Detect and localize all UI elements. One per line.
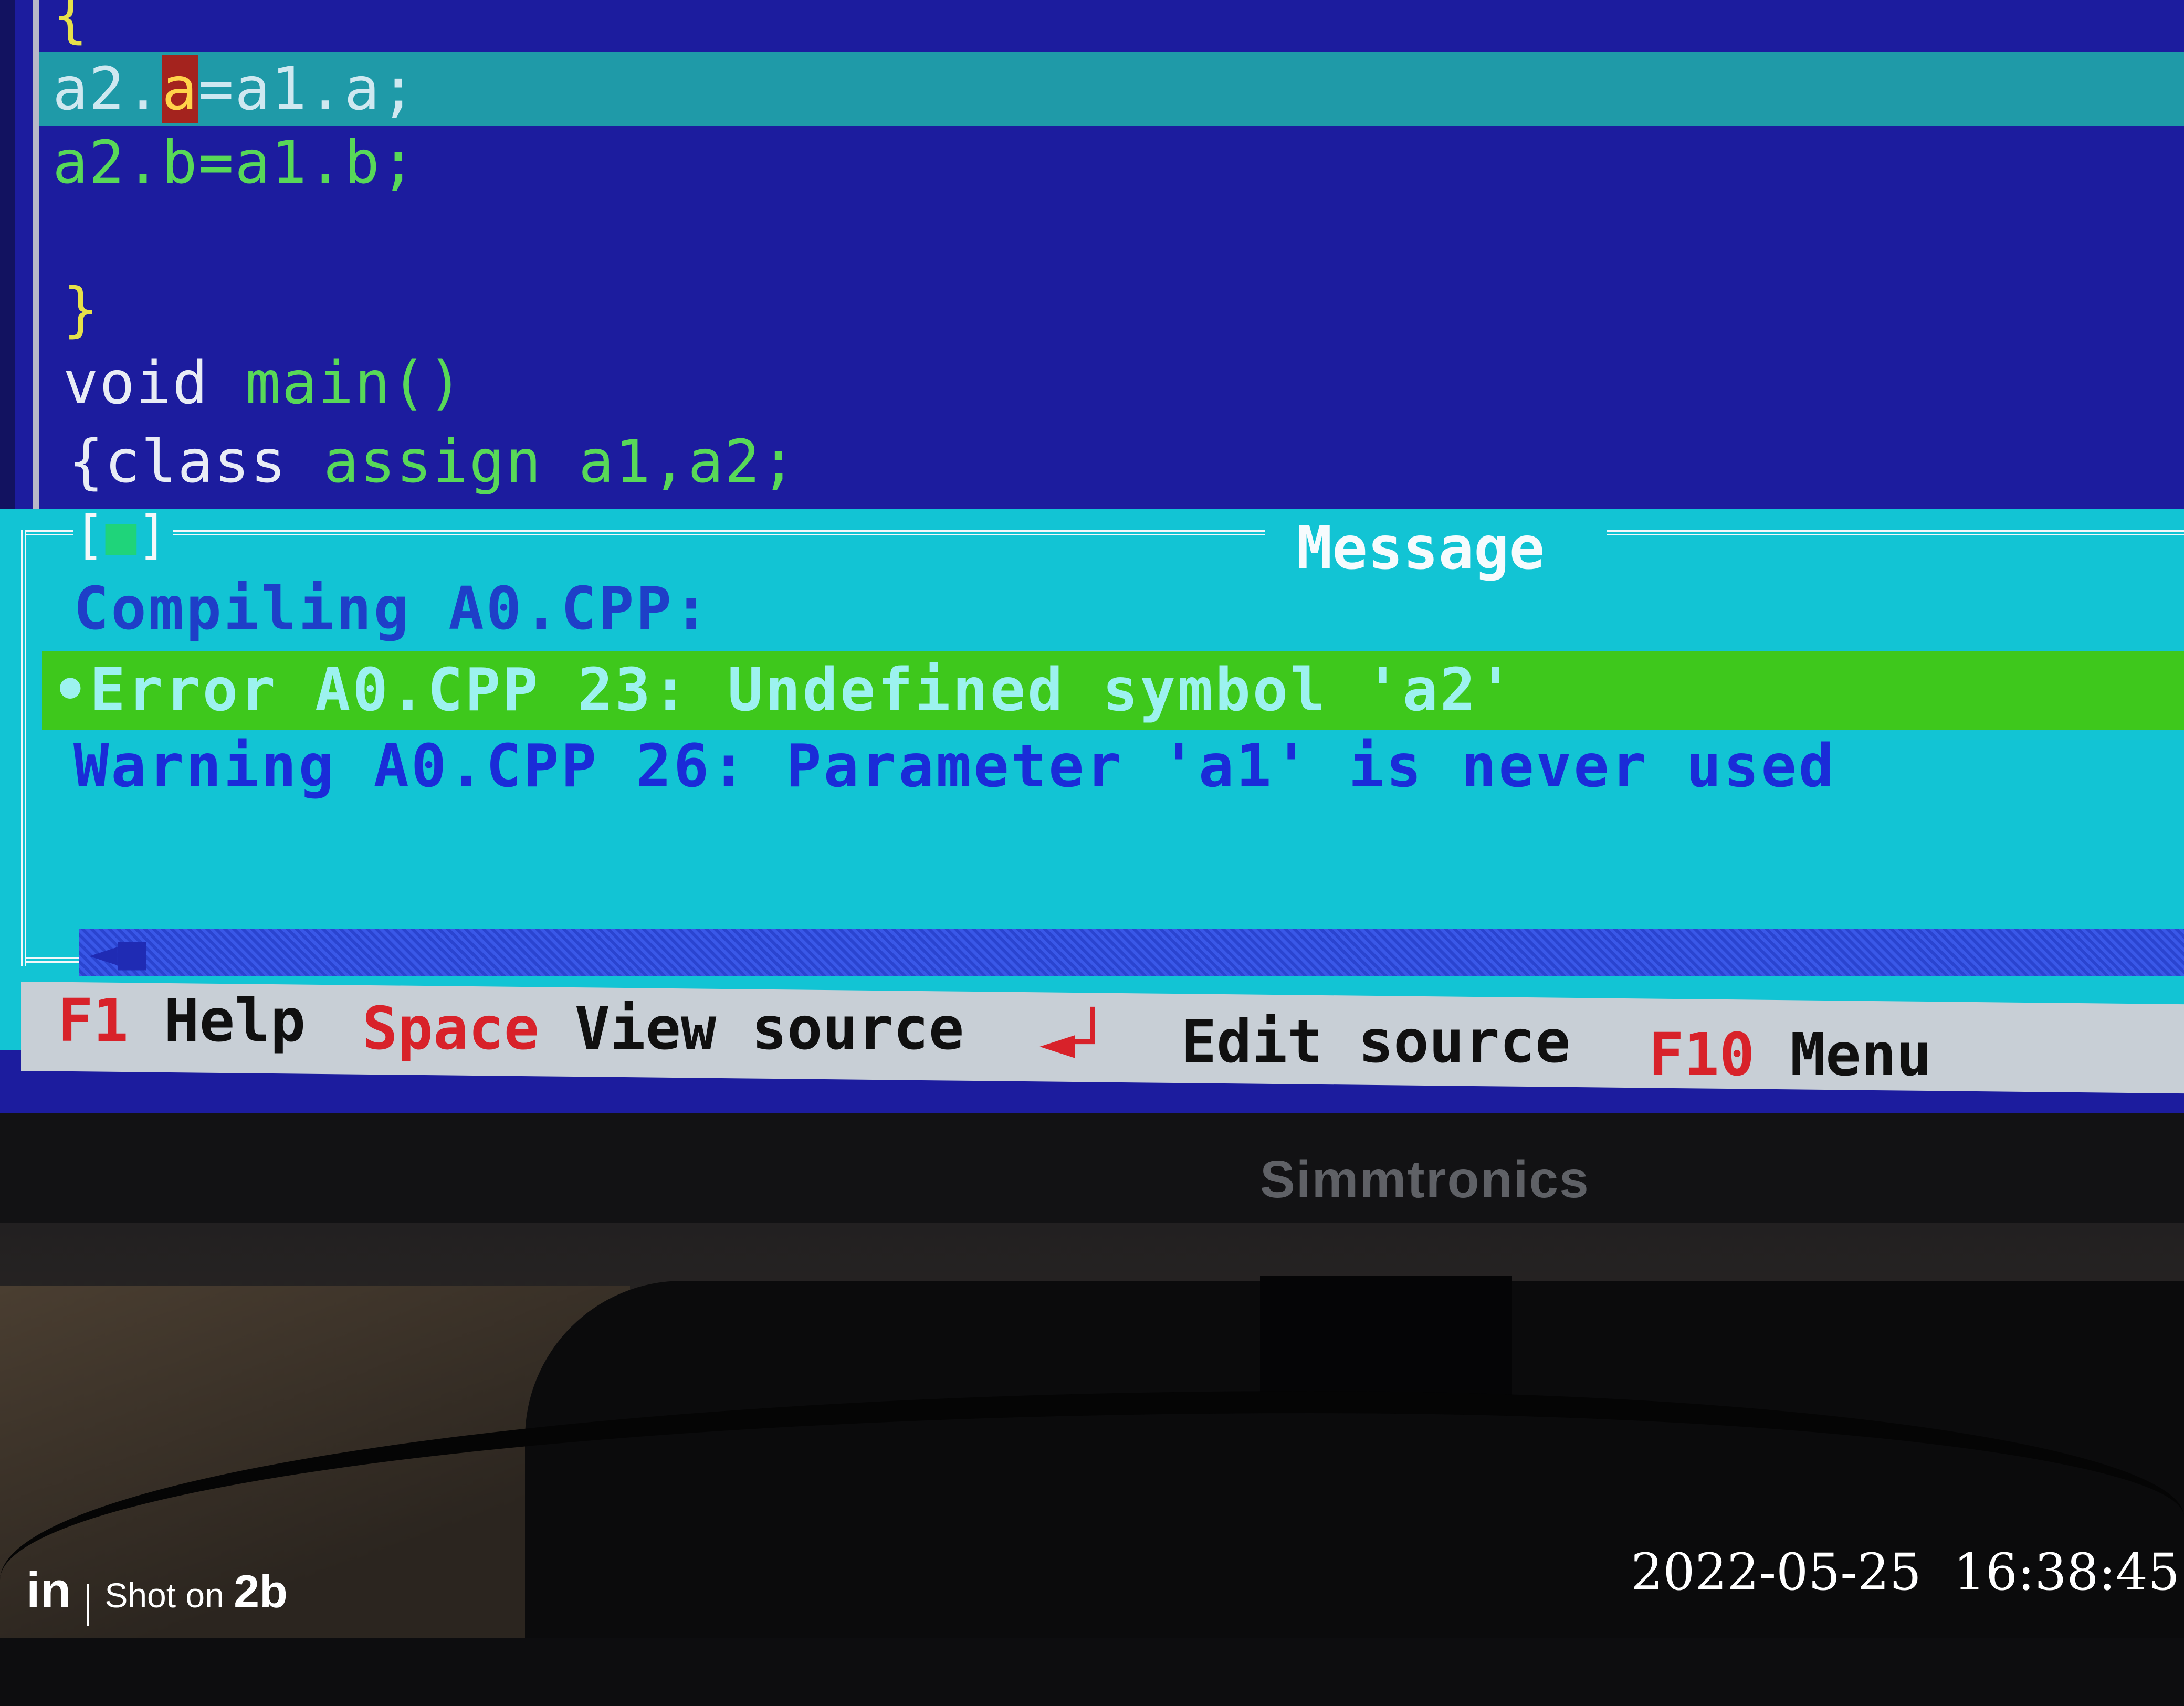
- editor-frame-left: [33, 0, 39, 514]
- hotkey-enter-label: Edit source: [1181, 1008, 1571, 1076]
- message-error[interactable]: •Error A0.CPP 23: Undefined symbol 'a2': [52, 654, 1515, 727]
- status-enter-edit[interactable]: ◄┘ Edit source: [1040, 1008, 1570, 1076]
- camera-brand-logo: in: [26, 1562, 71, 1618]
- code-line-current[interactable]: a2.a=a1.a;: [52, 52, 417, 126]
- code-text: =a1.a;: [198, 55, 417, 123]
- keyword-void: void: [63, 349, 209, 417]
- watermark-shot-on: Shot on: [104, 1576, 234, 1615]
- code-line-close-brace[interactable]: }: [63, 273, 99, 346]
- photo-timestamp: 2022-05-25 16:38:45: [1631, 1543, 2180, 1602]
- message-warning[interactable]: Warning A0.CPP 26: Parameter 'a1' is nev…: [74, 730, 1836, 803]
- hotkey-space: Space: [362, 995, 540, 1063]
- message-frame-left: [21, 530, 30, 966]
- enter-key-icon: ◄┘: [1040, 1008, 1110, 1076]
- monitor-brand-logo: Simmtronics: [1260, 1150, 1590, 1209]
- message-window-title: Message: [1297, 514, 1545, 583]
- watermark-model: 2b: [234, 1565, 288, 1617]
- function-main: main(): [245, 349, 464, 417]
- hotkey-f10-label: Menu: [1790, 1021, 1932, 1089]
- class-decl: assign a1,a2;: [323, 428, 797, 496]
- hotkey-f1-label: Help: [164, 987, 306, 1055]
- ide-screen: { a2.a=a1.a; a2.b=a1.b; } void main() {c…: [0, 0, 2184, 1113]
- text-cursor: a: [162, 55, 198, 123]
- message-frame-top-right: [1606, 530, 2184, 544]
- code-line-class[interactable]: {class assign a1,a2;: [68, 425, 797, 499]
- watermark-divider: [87, 1584, 89, 1626]
- code-line-open-brace: {: [52, 0, 89, 50]
- close-bracket-left: [: [74, 504, 106, 566]
- status-space-view[interactable]: Space View source: [362, 995, 964, 1063]
- code-text: a2.: [52, 55, 162, 123]
- horizontal-scrollbar[interactable]: [79, 929, 2184, 976]
- camera-watermark: in Shot on 2b: [26, 1562, 288, 1626]
- status-f1-help[interactable]: F1 Help: [58, 987, 306, 1055]
- message-frame-top-mid: [173, 530, 1265, 544]
- left-gutter: [0, 0, 15, 514]
- monitor: { a2.a=a1.a; a2.b=a1.b; } void main() {c…: [0, 0, 2184, 1281]
- status-f10-menu[interactable]: F10 Menu: [1648, 1021, 1931, 1089]
- hotkey-f1: F1: [58, 987, 129, 1055]
- keyword-class: {class: [68, 428, 287, 496]
- close-icon: ■: [105, 504, 137, 566]
- code-line-main[interactable]: void main(): [63, 346, 464, 420]
- message-frame-bottom: [26, 950, 79, 963]
- close-bracket-right: ]: [136, 504, 169, 566]
- message-frame-top-left: [26, 530, 74, 544]
- message-compiling[interactable]: Compiling A0.CPP:: [74, 572, 711, 646]
- code-line-b[interactable]: a2.b=a1.b;: [52, 126, 417, 199]
- close-button[interactable]: [■]: [74, 507, 169, 564]
- hotkey-f10: F10: [1648, 1021, 1755, 1089]
- scroll-left-arrow-icon[interactable]: ◄■: [89, 929, 146, 976]
- hotkey-space-label: View source: [574, 995, 964, 1063]
